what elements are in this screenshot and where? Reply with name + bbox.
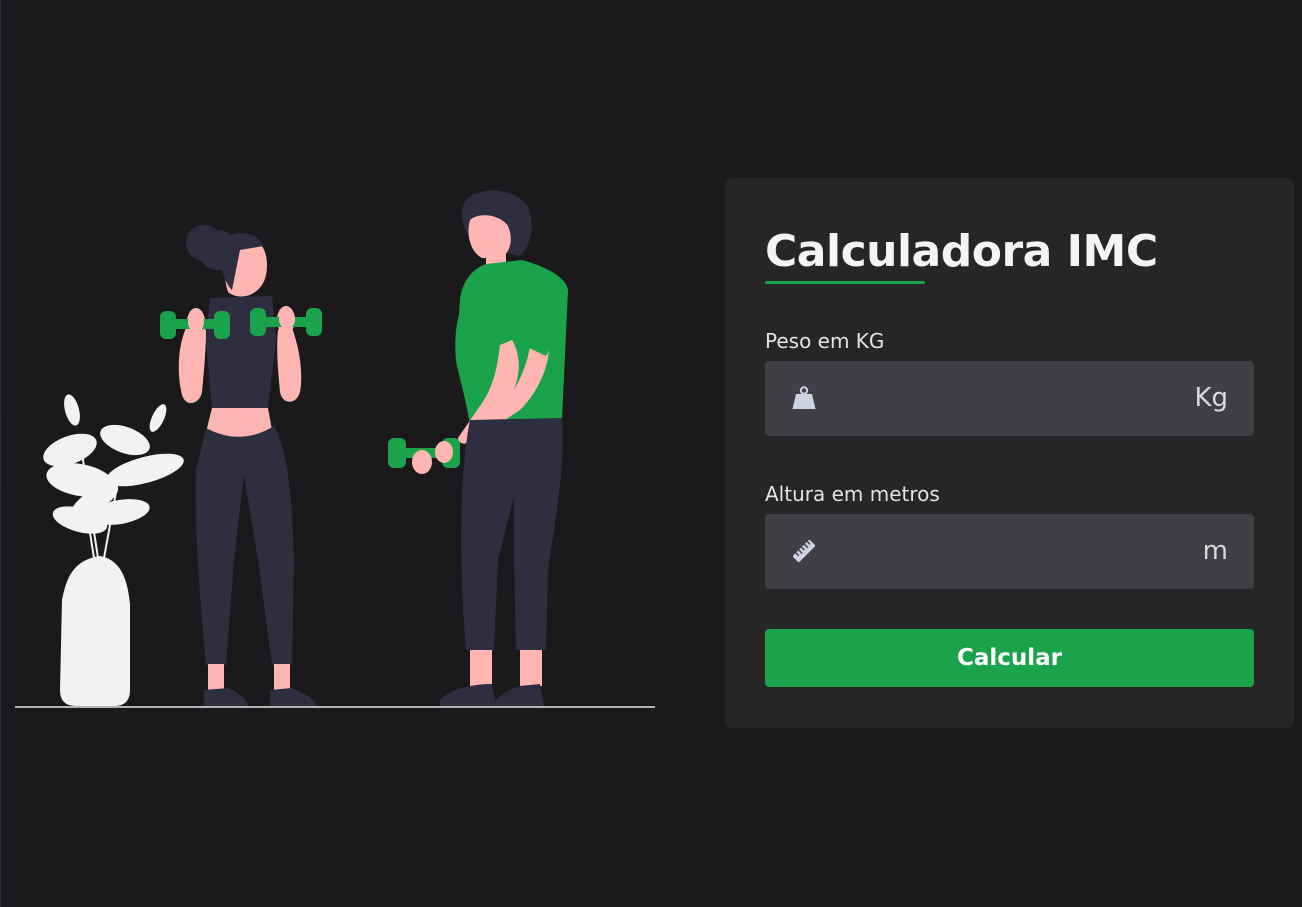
weight-input-box: Kg: [765, 361, 1254, 438]
weight-unit: Kg: [1194, 383, 1228, 413]
title-underline: [765, 281, 925, 284]
man-figure: [388, 190, 568, 706]
woman-figure: [160, 225, 322, 706]
weight-input[interactable]: [835, 361, 1179, 438]
height-input[interactable]: [835, 514, 1179, 591]
bmi-calculator-card: Calculadora IMC Peso em KG Kg Altura em …: [725, 178, 1294, 728]
calculate-button[interactable]: Calcular: [765, 629, 1254, 687]
plant: [43, 394, 184, 706]
height-unit: m: [1202, 536, 1228, 566]
ruler-icon: [792, 539, 816, 563]
weight-icon: [792, 386, 816, 409]
page: Calculadora IMC Peso em KG Kg Altura em …: [0, 0, 1302, 907]
height-input-box: m: [765, 514, 1254, 591]
height-label: Altura em metros: [765, 482, 940, 506]
page-title: Calculadora IMC: [765, 226, 1158, 277]
fitness-illustration: [15, 190, 655, 708]
weight-label: Peso em KG: [765, 329, 885, 353]
